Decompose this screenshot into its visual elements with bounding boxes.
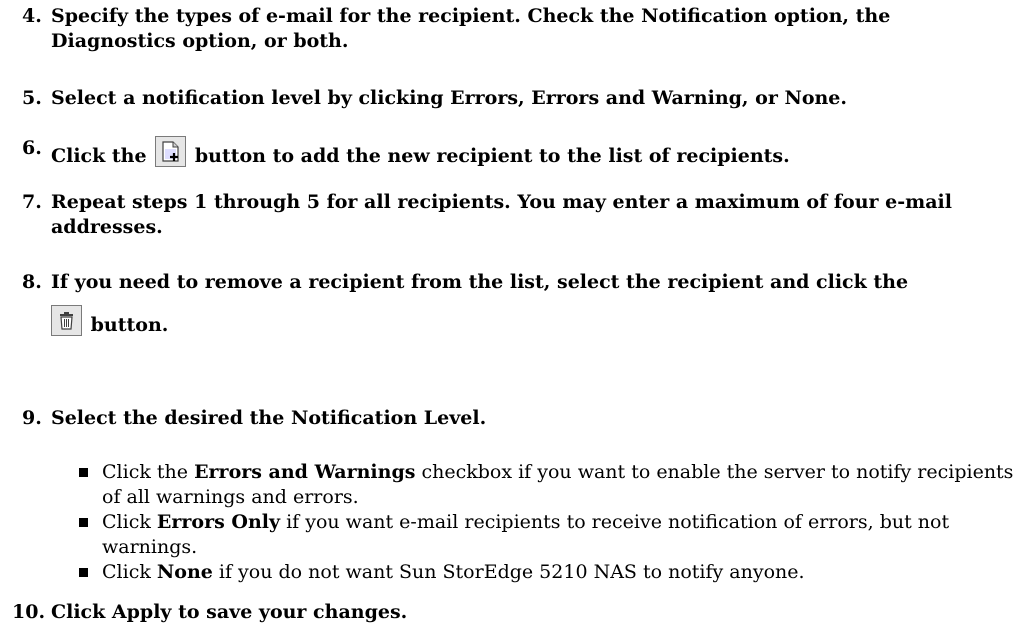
notification-level-options: Click the Errors and Warnings checkbox i… <box>77 460 1017 585</box>
bullet-text: Click <box>102 561 151 583</box>
step-text-after: button. <box>90 314 169 336</box>
bullet-bold-text: Errors and Warnings <box>194 461 416 483</box>
step-5: 5. Select a notification level by clicki… <box>0 86 1020 111</box>
document-page: 4. Specify the types of e-mail for the r… <box>0 0 1031 630</box>
step-10: 10. Click Apply to save your changes. <box>0 600 1020 625</box>
step-text: If you need to remove a recipient from t… <box>51 270 1020 338</box>
step-number: 7. <box>22 191 42 213</box>
bullet-text: if you do not want Sun StorEdge 5210 NAS… <box>218 561 805 583</box>
step-number: 4. <box>22 5 42 27</box>
bullet-square-icon <box>79 568 88 577</box>
step-text: Click the button to add the new recipien… <box>51 136 1020 169</box>
step-number: 9. <box>22 407 42 429</box>
step-number: 6. <box>22 137 42 159</box>
bullet-square-icon <box>79 468 88 477</box>
bullet-text: Click <box>102 511 151 533</box>
step-text: Select the desired the Notification Leve… <box>51 407 487 429</box>
step-text-before: If you need to remove a recipient from t… <box>51 271 909 293</box>
step-text: Repeat steps 1 through 5 for all recipie… <box>51 191 952 238</box>
step-number: 8. <box>22 271 42 293</box>
step-9: 9. Select the desired the Notification L… <box>0 406 1020 431</box>
step-8: 8. If you need to remove a recipient fro… <box>0 270 1020 338</box>
bullet-text: Click the <box>102 461 189 483</box>
list-item: Click the Errors and Warnings checkbox i… <box>77 460 1017 510</box>
bullet-bold-text: Errors Only <box>156 511 281 533</box>
step-text-before: Click the <box>51 145 147 167</box>
bullet-bold-text: None <box>156 561 213 583</box>
step-text: Select a notification level by clicking … <box>51 87 848 109</box>
step-text: Specify the types of e-mail for the reci… <box>51 5 891 52</box>
add-recipient-icon <box>155 136 187 167</box>
step-text: Click Apply to save your changes. <box>51 601 408 623</box>
step-text-after: button to add the new recipient to the l… <box>194 145 790 167</box>
bullet-square-icon <box>79 518 88 527</box>
step-number: 5. <box>22 87 42 109</box>
step-6: 6. Click the button to add the new recip… <box>0 136 1020 169</box>
list-item: Click Errors Only if you want e-mail rec… <box>77 510 1017 560</box>
step-7: 7. Repeat steps 1 through 5 for all reci… <box>0 190 1020 240</box>
step-4: 4. Specify the types of e-mail for the r… <box>0 4 1020 54</box>
trash-icon <box>51 305 82 336</box>
step-number: 10. <box>12 601 46 623</box>
list-item: Click None if you do not want Sun StorEd… <box>77 560 1017 585</box>
